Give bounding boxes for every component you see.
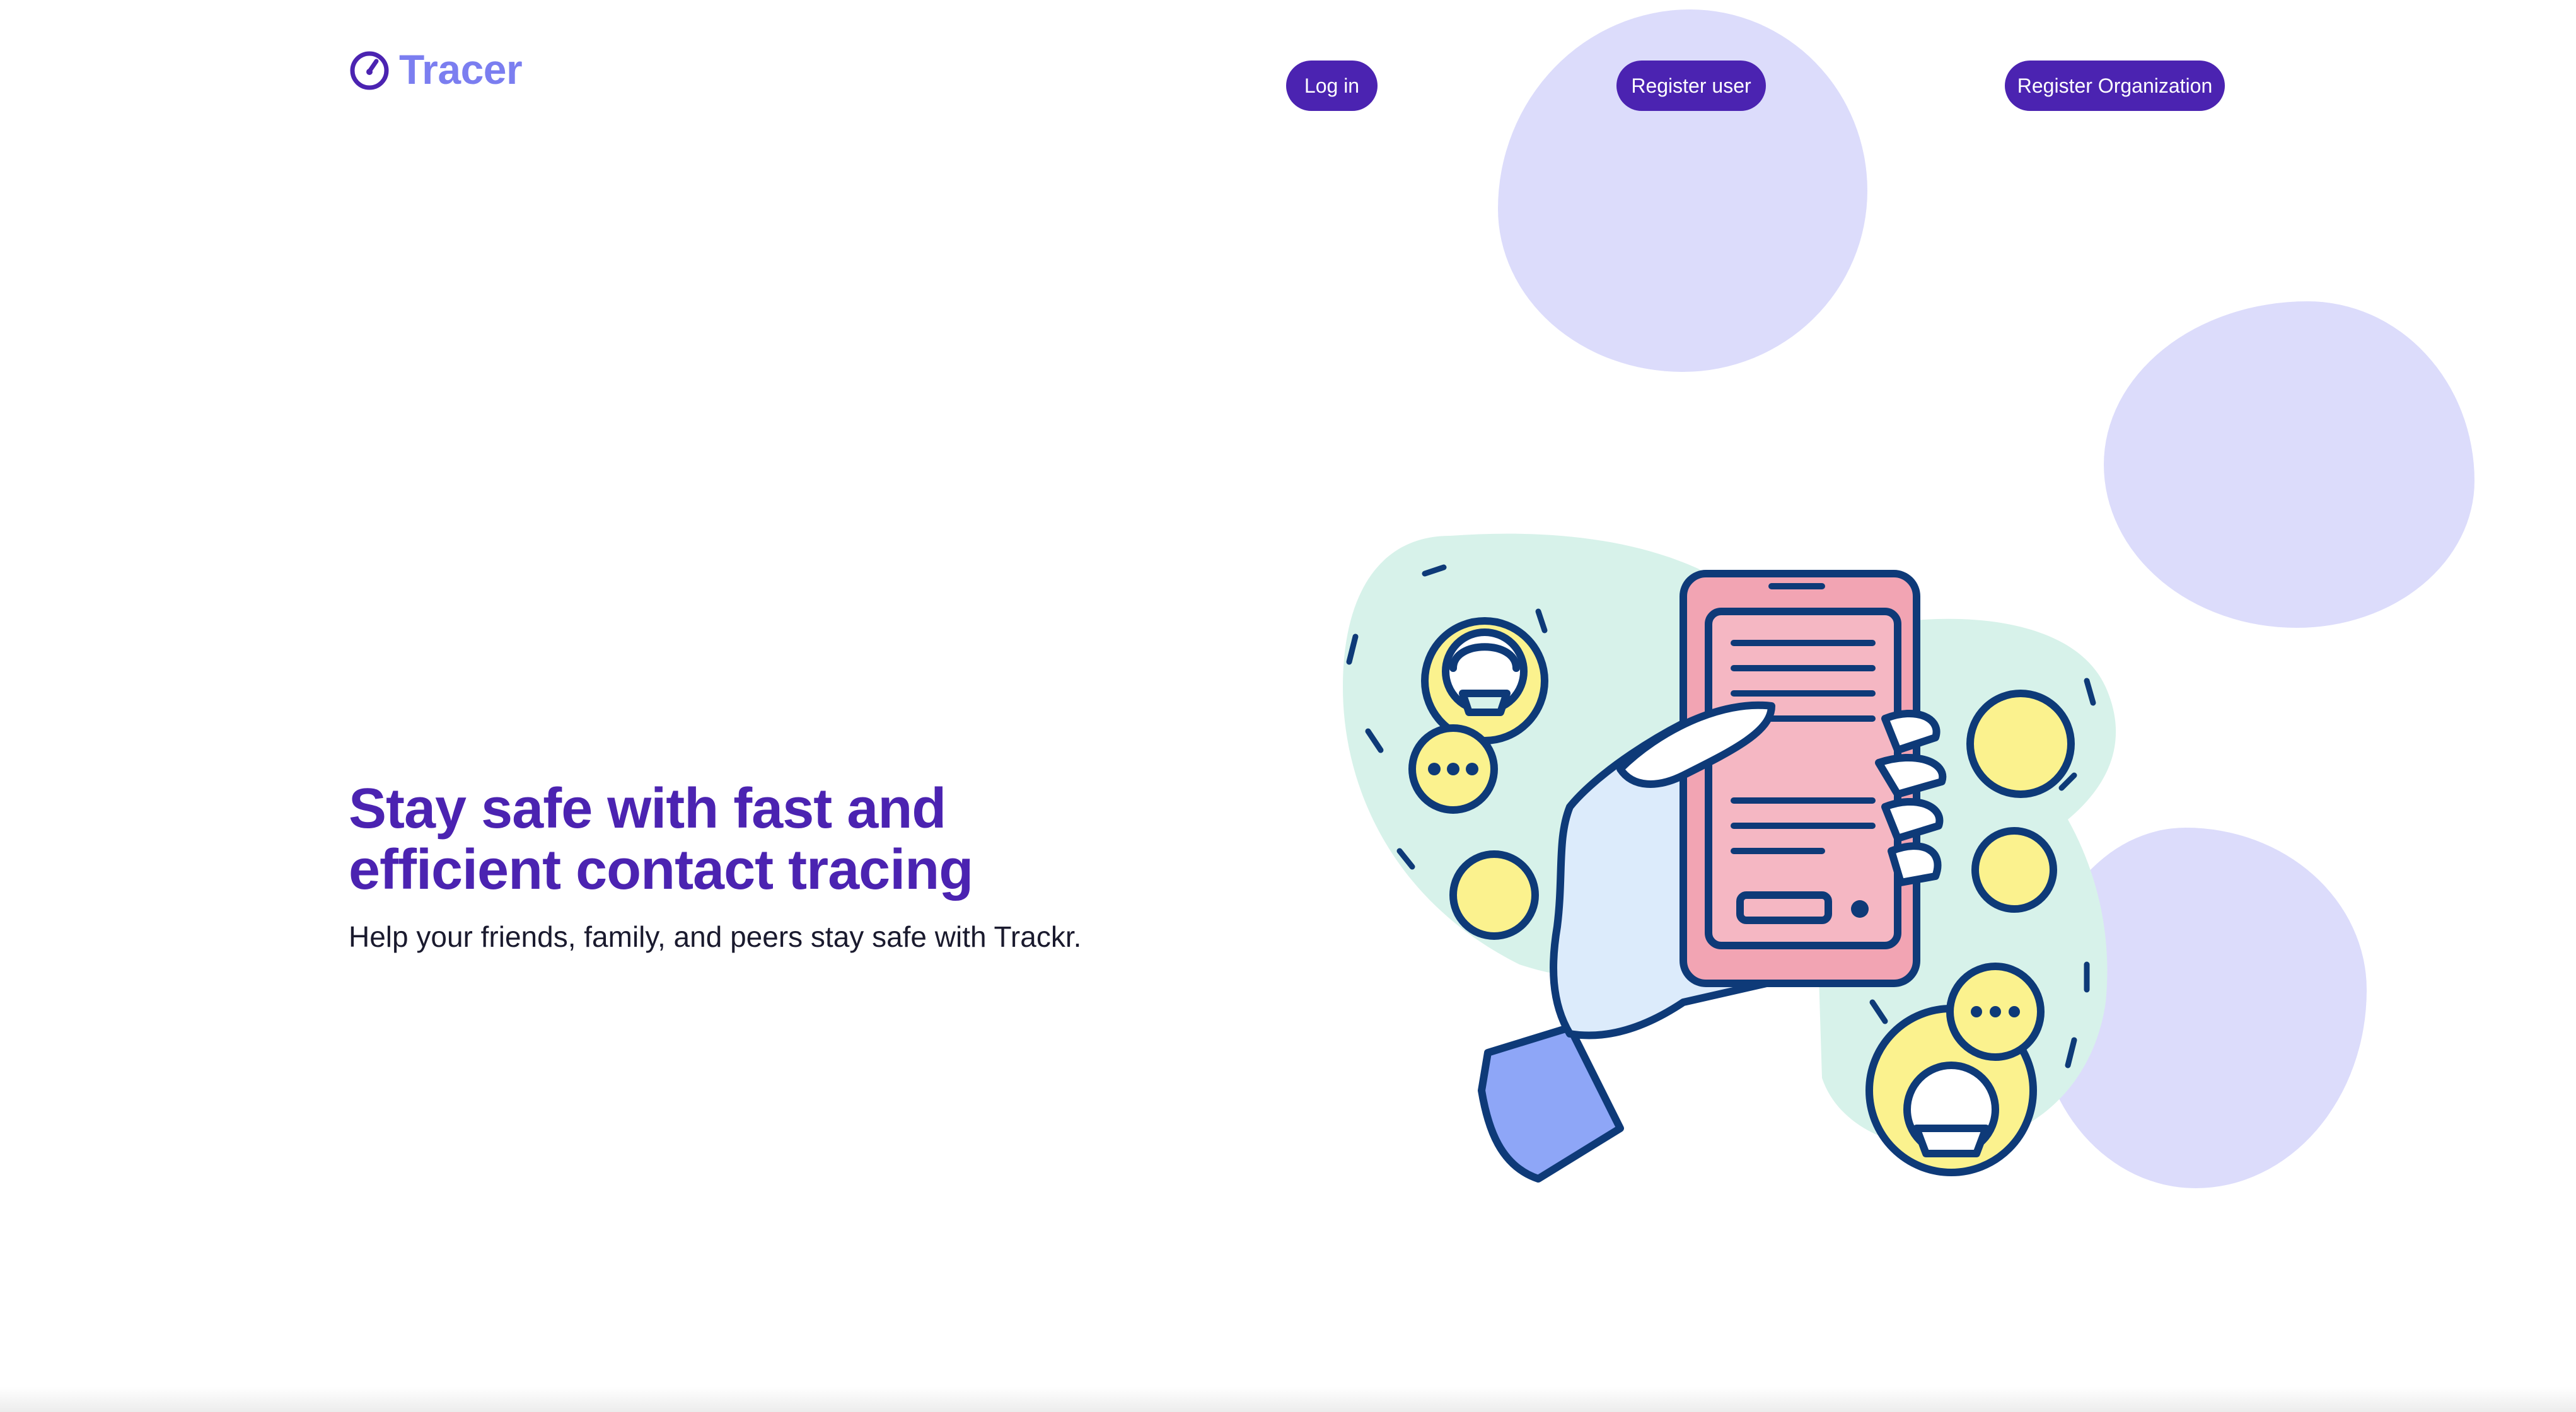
hand-holding-phone-icon [1343, 533, 2116, 1183]
brand-name: Tracer [399, 46, 523, 93]
hero-subtitle: Help your friends, family, and peers sta… [349, 920, 1082, 953]
page-bottom-edge [0, 1387, 2576, 1412]
hero-section: Stay safe with fast and efficient contac… [349, 778, 1105, 955]
hero-title: Stay safe with fast and efficient contac… [349, 777, 973, 901]
brand-logo-link[interactable]: Tracer [349, 45, 523, 93]
register-organization-button[interactable]: Register Organization [2005, 61, 2225, 111]
register-user-button[interactable]: Register user [1616, 61, 1766, 111]
login-button[interactable]: Log in [1286, 61, 1378, 111]
gauge-icon [350, 51, 389, 90]
landing-page: Tracer Log in Register user Register Org… [0, 0, 2576, 1412]
